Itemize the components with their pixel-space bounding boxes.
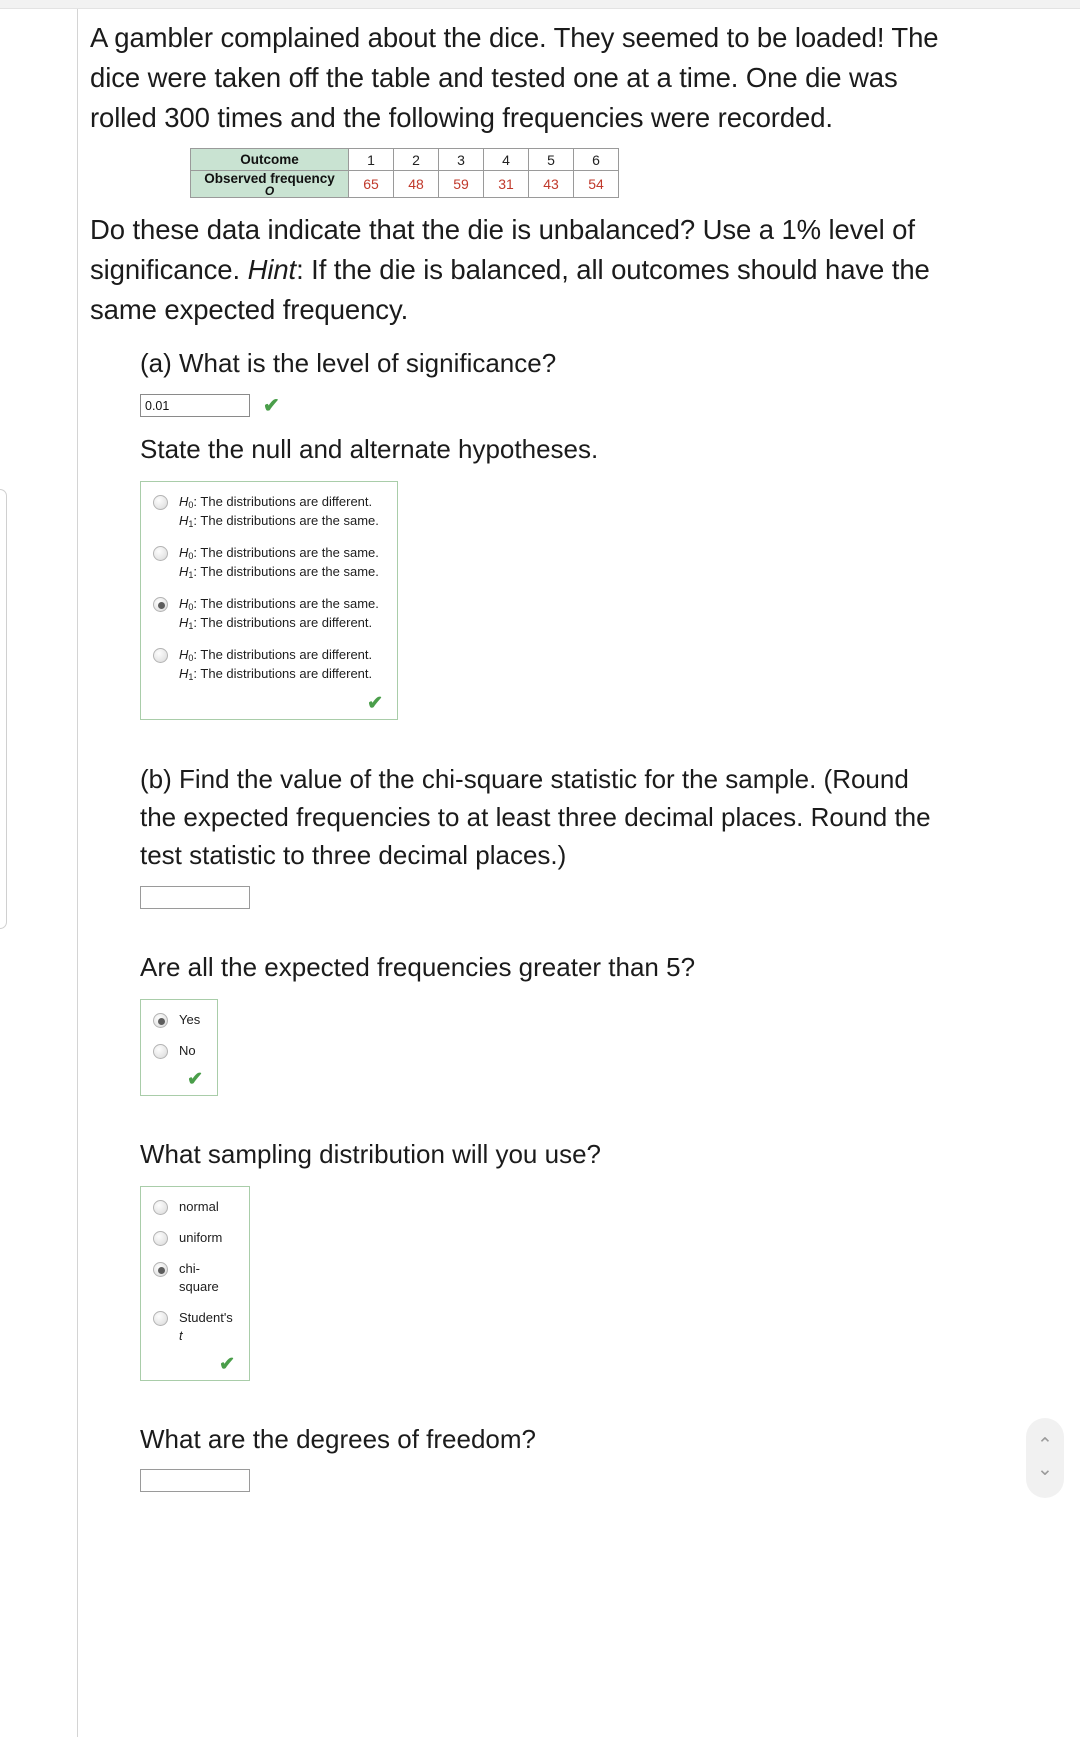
radio-icon-normal[interactable] [153, 1200, 168, 1215]
scroll-stepper[interactable]: ⌃ ⌄ [1026, 1418, 1064, 1498]
observed-cell-2: 48 [393, 170, 439, 198]
radio-icon-uniform[interactable] [153, 1231, 168, 1246]
table-row-outcome: Outcome 1 2 3 4 5 6 [190, 148, 619, 171]
outcome-cell-2: 2 [393, 148, 439, 171]
hypothesis-option-2-h1: H1: The distributions are the same. [179, 564, 379, 580]
hint-word: Hint [247, 254, 297, 285]
hypothesis-option-2-label: H0: The distributions are the same. H1: … [179, 544, 379, 582]
dist-option-students-t-label: Student's t [179, 1310, 233, 1343]
expected-option-yes[interactable]: Yes [153, 1011, 205, 1029]
radio-icon-hypothesis-2[interactable] [153, 546, 168, 561]
radio-icon-no[interactable] [153, 1044, 168, 1059]
outcome-cell-5: 5 [528, 148, 574, 171]
problem-intro-text: A gambler complained about the dice. The… [90, 22, 939, 133]
check-icon-hypotheses: ✔ [367, 693, 383, 714]
hypothesis-option-1-h1: H1: The distributions are the same. [179, 513, 379, 529]
hypothesis-option-2-h0: H0: The distributions are the same. [179, 545, 379, 561]
hypothesis-option-3-h1: H1: The distributions are different. [179, 615, 373, 631]
hypothesis-option-3-label: H0: The distributions are the same. H1: … [179, 595, 379, 633]
panel-drag-handle[interactable] [0, 489, 7, 929]
radio-icon-hypothesis-3[interactable] [153, 597, 168, 612]
radio-icon-students-t[interactable] [153, 1311, 168, 1326]
radio-icon-chi-square[interactable] [153, 1262, 168, 1277]
observed-cell-5: 43 [528, 170, 574, 198]
hypothesis-option-1-h0: H0: The distributions are different. [179, 494, 373, 510]
hypothesis-option-1-label: H0: The distributions are different. H1:… [179, 493, 379, 531]
row-label-observed-symbol: O [264, 184, 275, 198]
row-label-outcome: Outcome [190, 148, 349, 171]
part-b-prompt: (b) Find the value of the chi-square sta… [140, 764, 931, 870]
dist-option-chi-square-label: chi-square [179, 1261, 219, 1294]
expected-frequencies-radio-group: Yes No ✔ [140, 999, 218, 1096]
outcome-cell-4: 4 [483, 148, 529, 171]
expected-option-yes-label: Yes [179, 1012, 201, 1027]
hypotheses-prompt: State the null and alternate hypotheses. [140, 434, 599, 464]
chevron-up-icon[interactable]: ⌃ [1037, 1434, 1053, 1458]
degrees-of-freedom-row [140, 1469, 950, 1492]
radio-icon-yes[interactable] [153, 1013, 168, 1028]
dist-option-normal-label: normal [179, 1199, 219, 1214]
level-of-significance-input[interactable] [140, 394, 250, 417]
question-content: A gambler complained about the dice. The… [90, 18, 950, 1492]
hypothesis-option-4-h0: H0: The distributions are different. [179, 647, 373, 663]
part-a-answer-row: ✔ [140, 394, 950, 417]
hypotheses-radio-group: H0: The distributions are different. H1:… [140, 481, 398, 720]
degrees-of-freedom-prompt: What are the degrees of freedom? [140, 1424, 537, 1454]
sampling-distribution-prompt: What sampling distribution will you use? [140, 1139, 601, 1169]
check-icon-distribution: ✔ [219, 1354, 235, 1375]
table-row-observed: Observed frequency O 65 48 59 31 43 54 [190, 170, 619, 198]
part-b-answer-row [140, 886, 950, 909]
dist-option-uniform[interactable]: uniform [153, 1229, 237, 1247]
hypothesis-option-1[interactable]: H0: The distributions are different. H1:… [153, 493, 385, 531]
dist-option-students-t[interactable]: Student's t [153, 1309, 237, 1345]
radio-icon-hypothesis-1[interactable] [153, 495, 168, 510]
check-icon-expected: ✔ [187, 1069, 203, 1090]
radio-icon-hypothesis-4[interactable] [153, 648, 168, 663]
dist-option-uniform-label: uniform [179, 1230, 223, 1245]
observed-cell-4: 31 [483, 170, 529, 198]
expected-option-no-label: No [179, 1043, 196, 1058]
degrees-of-freedom-input[interactable] [140, 1469, 250, 1492]
problem-question-text: Do these data indicate that the die is u… [90, 210, 950, 330]
dist-option-normal[interactable]: normal [153, 1198, 237, 1216]
hypothesis-option-3[interactable]: H0: The distributions are the same. H1: … [153, 595, 385, 633]
window-top-strip [0, 0, 1080, 9]
chi-square-statistic-input[interactable] [140, 886, 250, 909]
outcome-cell-3: 3 [438, 148, 484, 171]
row-label-observed: Observed frequency O [190, 170, 349, 198]
hypothesis-option-2[interactable]: H0: The distributions are the same. H1: … [153, 544, 385, 582]
hypothesis-option-3-h0: H0: The distributions are the same. [179, 596, 379, 612]
dist-option-chi-square[interactable]: chi-square [153, 1260, 237, 1296]
hypothesis-option-4-label: H0: The distributions are different. H1:… [179, 646, 372, 684]
check-icon: ✔ [263, 394, 280, 417]
frequency-table: Outcome 1 2 3 4 5 6 Observed frequency O… [190, 148, 619, 198]
sampling-distribution-radio-group: normal uniform chi-square Student's t ✔ [140, 1186, 250, 1381]
part-a-prompt: (a) What is the level of significance? [140, 348, 557, 378]
outcome-cell-6: 6 [573, 148, 619, 171]
expected-option-no[interactable]: No [153, 1042, 205, 1060]
outcome-cell-1: 1 [348, 148, 394, 171]
hypothesis-option-4-h1: H1: The distributions are different. [179, 666, 373, 682]
left-gutter [0, 9, 77, 1737]
frequency-table-wrapper: Outcome 1 2 3 4 5 6 Observed frequency O… [190, 148, 950, 198]
chevron-down-icon[interactable]: ⌄ [1037, 1458, 1053, 1482]
observed-cell-1: 65 [348, 170, 394, 198]
expected-frequencies-prompt: Are all the expected frequencies greater… [140, 952, 696, 982]
observed-cell-6: 54 [573, 170, 619, 198]
hypothesis-option-4[interactable]: H0: The distributions are different. H1:… [153, 646, 385, 684]
observed-cell-3: 59 [438, 170, 484, 198]
